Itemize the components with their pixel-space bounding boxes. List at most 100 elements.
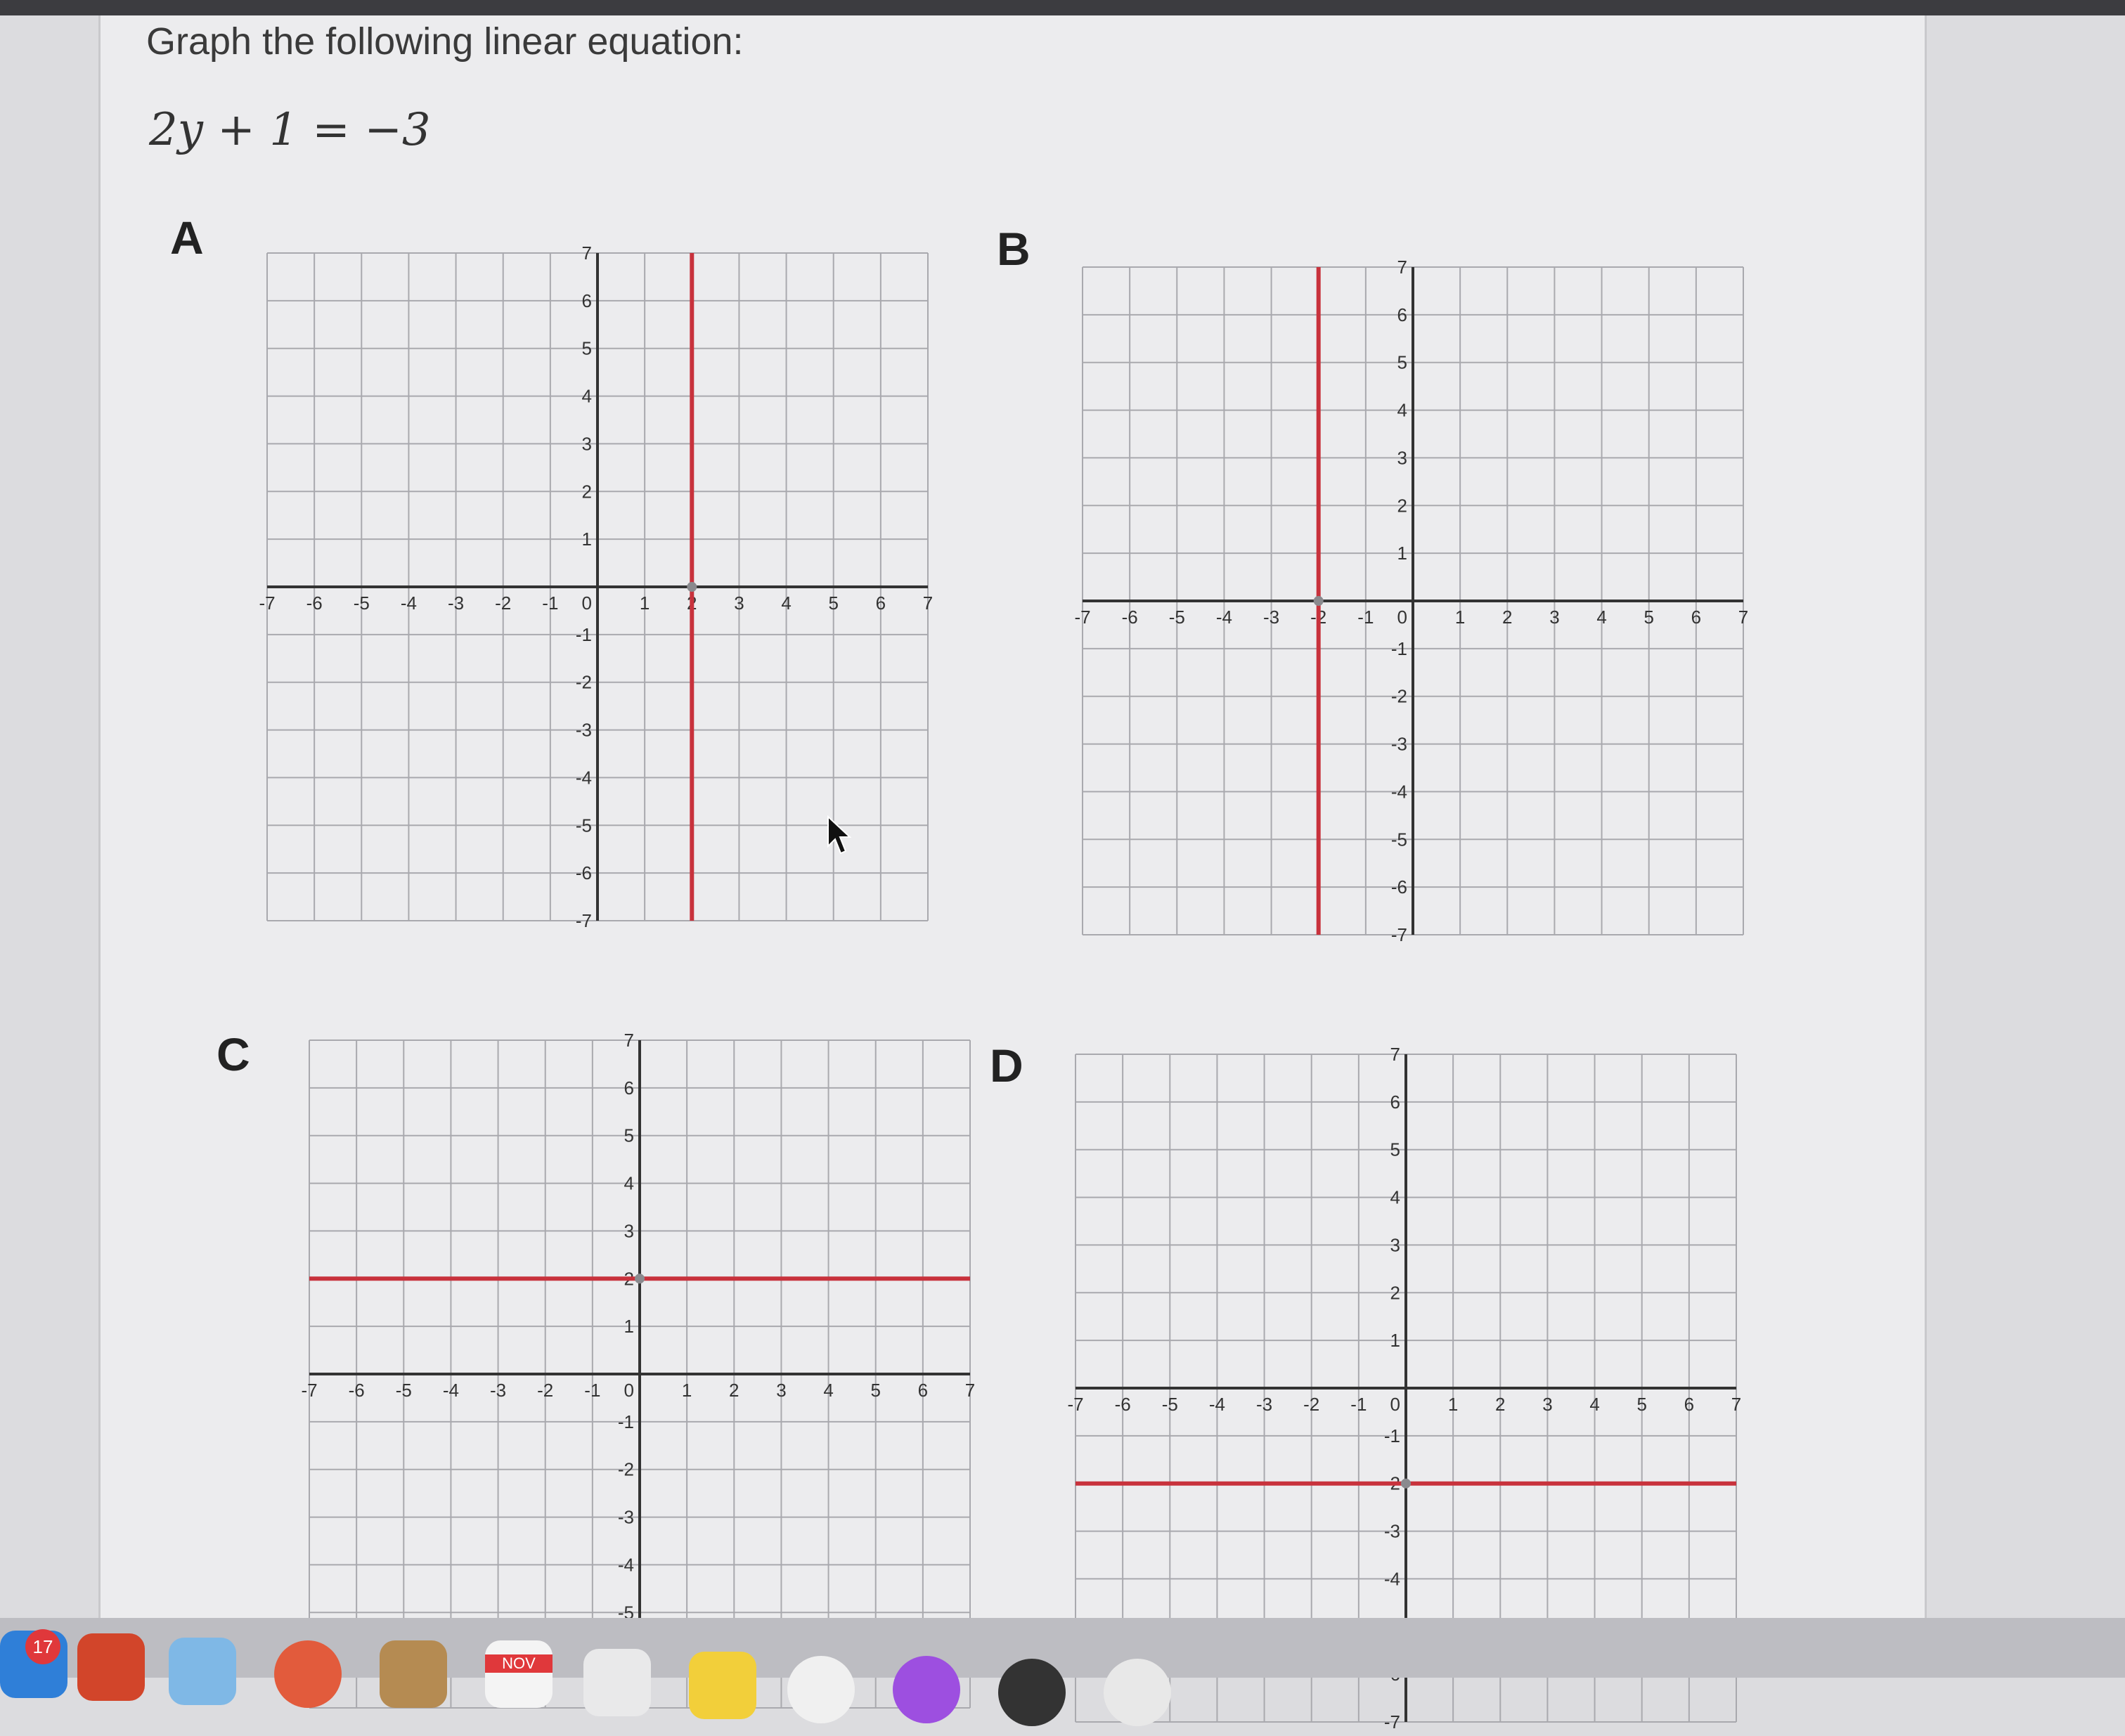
photos-icon[interactable] (274, 1640, 342, 1708)
y-tick-label: 1 (1390, 1330, 1400, 1351)
x-tick-label: -4 (1216, 607, 1232, 628)
y-tick-label: 2 (1397, 495, 1407, 516)
x-tick-label: 5 (1643, 607, 1653, 628)
equation: 2y + 1 = −3 (149, 104, 431, 156)
y-tick-label: -4 (618, 1554, 634, 1575)
y-tick-label: 3 (624, 1220, 634, 1241)
y-tick-label: -5 (576, 815, 592, 836)
y-tick-label: 3 (582, 433, 592, 454)
y-tick-label: -2 (618, 1459, 634, 1480)
podcasts-icon[interactable] (893, 1656, 960, 1723)
graph-option-b[interactable]: -7-6-5-4-3-2-11234567-7-6-5-4-3-2-112345… (1068, 253, 1757, 949)
y-tick-label: -4 (1391, 781, 1407, 802)
x-tick-label: -1 (1357, 607, 1374, 628)
x-tick-label: -6 (349, 1380, 365, 1401)
y-tick-label: 5 (1390, 1139, 1400, 1160)
y-tick-label: 6 (582, 290, 592, 311)
x-tick-label: 3 (1549, 607, 1559, 628)
x-tick-label: 6 (1684, 1394, 1694, 1415)
intercept-point (635, 1274, 645, 1284)
x-tick-label: -2 (495, 592, 511, 614)
x-tick-label: -3 (1256, 1394, 1272, 1415)
x-tick-label: 4 (1589, 1394, 1599, 1415)
intercept-point (1313, 596, 1324, 606)
question-prompt: Graph the following linear equation: (146, 20, 744, 63)
x-tick-label: 6 (876, 592, 886, 614)
x-tick-label: -6 (1115, 1394, 1131, 1415)
calendar-icon[interactable] (485, 1640, 553, 1708)
mouse-pointer-icon (827, 815, 852, 855)
y-tick-label: 7 (1397, 257, 1407, 278)
x-tick-label: -3 (448, 592, 464, 614)
maps-icon[interactable] (169, 1638, 236, 1705)
y-tick-label: 6 (1397, 304, 1407, 325)
y-tick-label: -1 (1384, 1425, 1400, 1446)
x-tick-label: -5 (396, 1380, 412, 1401)
calendar-month: NOV (485, 1654, 553, 1673)
y-tick-label: 3 (1397, 447, 1407, 468)
x-tick-label: -4 (443, 1380, 459, 1401)
app-icon[interactable] (998, 1659, 1066, 1726)
reminders-icon[interactable] (583, 1649, 651, 1716)
option-label-b: B (997, 223, 1031, 275)
safari-icon[interactable] (787, 1656, 855, 1723)
y-tick-label: -3 (576, 720, 592, 741)
x-tick-label: 4 (781, 592, 791, 614)
contacts-icon[interactable] (380, 1640, 447, 1708)
x-tick-label: 1 (1448, 1394, 1458, 1415)
x-tick-label: 5 (828, 592, 838, 614)
x-tick-label: 4 (1596, 607, 1606, 628)
x-tick-label: 3 (776, 1380, 786, 1401)
y-tick-label: -1 (618, 1411, 634, 1432)
x-tick-label: 1 (640, 592, 650, 614)
y-tick-label: 1 (582, 529, 592, 550)
y-tick-label: -5 (1391, 829, 1407, 850)
x-tick-label: 7 (965, 1380, 975, 1401)
x-tick-label: 7 (1738, 607, 1748, 628)
x-tick-label: 2 (1495, 1394, 1505, 1415)
x-tick-label: -5 (1162, 1394, 1178, 1415)
y-tick-label: 4 (1390, 1187, 1400, 1208)
x-tick-label: 5 (870, 1380, 880, 1401)
y-tick-label: 2 (582, 481, 592, 502)
notification-badge: 17 (25, 1629, 60, 1664)
notes-icon[interactable] (689, 1652, 756, 1719)
x-tick-label: -7 (259, 592, 275, 614)
y-tick-label: 4 (624, 1173, 634, 1194)
x-tick-label: -5 (1169, 607, 1185, 628)
x-tick-label: -7 (301, 1380, 317, 1401)
x-tick-label: -3 (490, 1380, 506, 1401)
x-tick-label: 6 (918, 1380, 928, 1401)
x-tick-label: -4 (401, 592, 417, 614)
origin-label: 0 (624, 1380, 634, 1401)
origin-label: 0 (582, 592, 592, 614)
x-tick-label: 3 (734, 592, 744, 614)
y-tick-label: 4 (582, 386, 592, 407)
y-tick-label: 1 (1397, 543, 1407, 564)
origin-label: 0 (1390, 1394, 1400, 1415)
x-tick-label: 1 (1455, 607, 1465, 628)
y-tick-label: 4 (1397, 400, 1407, 421)
app-icon[interactable] (77, 1633, 145, 1701)
x-tick-label: -1 (584, 1380, 600, 1401)
y-tick-label: -3 (1391, 734, 1407, 755)
y-tick-label: -4 (576, 767, 592, 788)
app-icon[interactable] (1104, 1659, 1171, 1726)
y-tick-label: -3 (618, 1507, 634, 1528)
y-tick-label: -3 (1384, 1521, 1400, 1542)
y-tick-label: -4 (1384, 1568, 1400, 1589)
y-tick-label: -7 (1391, 924, 1407, 945)
y-tick-label: 7 (582, 242, 592, 264)
x-tick-label: -6 (1122, 607, 1138, 628)
option-label-c: C (217, 1028, 250, 1080)
x-tick-label: -1 (542, 592, 558, 614)
coordinate-plane: -7-6-5-4-3-2-11234567-7-6-5-4-3-2-112345… (1074, 257, 1748, 945)
x-tick-label: 2 (729, 1380, 739, 1401)
x-tick-label: -3 (1263, 607, 1279, 628)
x-tick-label: -6 (306, 592, 323, 614)
y-tick-label: -7 (576, 910, 592, 931)
x-tick-label: -7 (1067, 1394, 1083, 1415)
y-tick-label: 7 (624, 1030, 634, 1051)
y-tick-label: 5 (1397, 352, 1407, 373)
y-tick-label: -7 (1384, 1711, 1400, 1732)
